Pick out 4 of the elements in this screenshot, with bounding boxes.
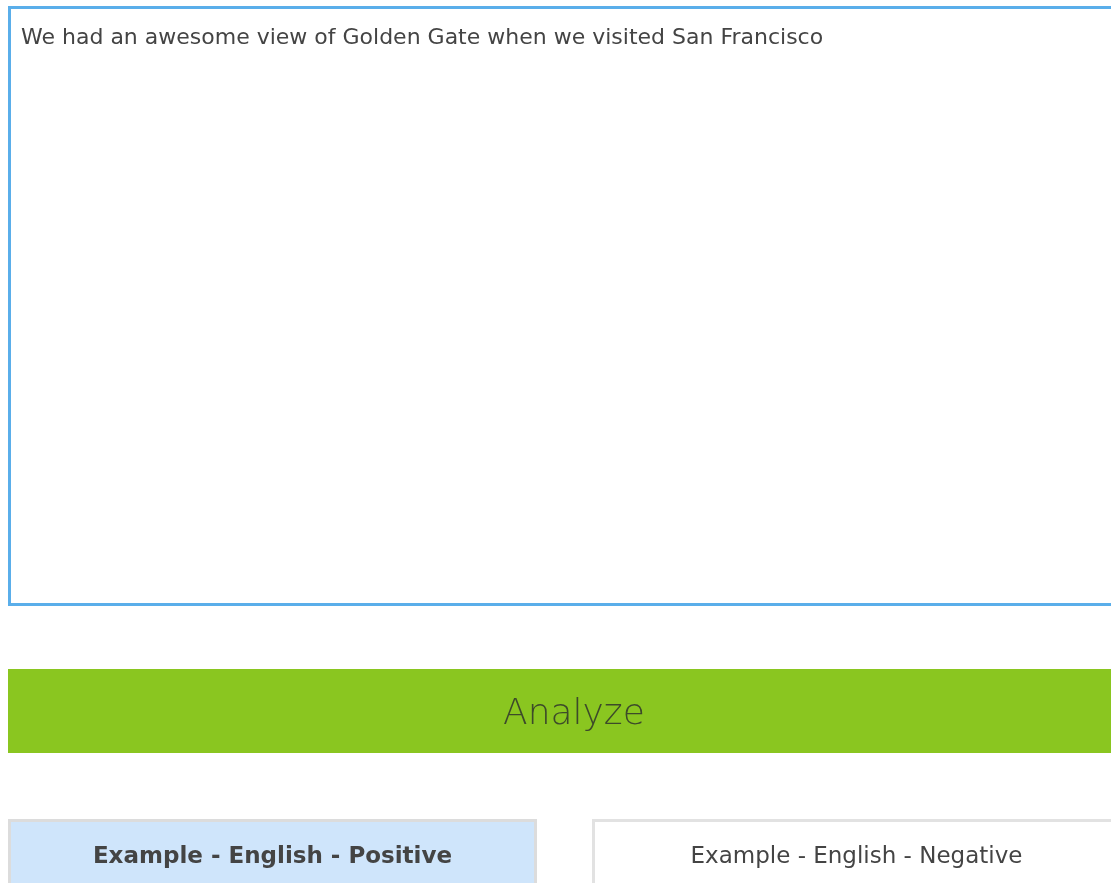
text-input-field[interactable]: We had an awesome view of Golden Gate when we visited San Francisco: [8, 6, 1111, 606]
example-button[interactable]: Example - English - Negative: [592, 819, 1111, 883]
example-button[interactable]: Example - English - Positive: [8, 819, 537, 883]
analyze-button[interactable]: Analyze: [8, 669, 1111, 753]
